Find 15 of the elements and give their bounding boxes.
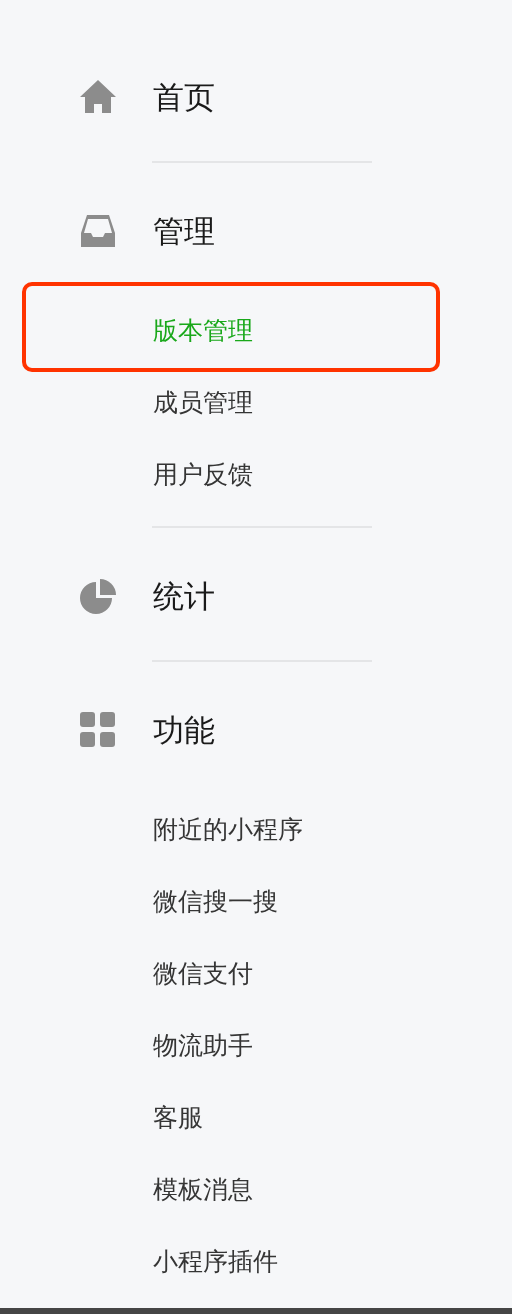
menu-item[interactable]: 小程序插件 — [153, 1245, 278, 1279]
menu-item[interactable]: 成员管理 — [153, 386, 253, 420]
menu-item[interactable]: 用户反馈 — [153, 458, 253, 492]
menu-item[interactable]: 物流助手 — [153, 1029, 253, 1063]
menu-item[interactable]: 附近的小程序 — [153, 813, 303, 847]
section-title[interactable]: 功能 — [153, 710, 215, 750]
menu-item[interactable]: 微信搜一搜 — [153, 885, 278, 919]
section-title[interactable]: 统计 — [153, 576, 215, 616]
menu-item[interactable]: 微信支付 — [153, 957, 253, 991]
grid-icon — [78, 710, 118, 750]
menu-item[interactable]: 客服 — [153, 1101, 203, 1135]
menu-item[interactable]: 模板消息 — [153, 1173, 253, 1207]
section-title[interactable]: 首页 — [153, 77, 215, 117]
pie-chart-icon — [78, 576, 118, 616]
section-title[interactable]: 管理 — [153, 211, 215, 251]
